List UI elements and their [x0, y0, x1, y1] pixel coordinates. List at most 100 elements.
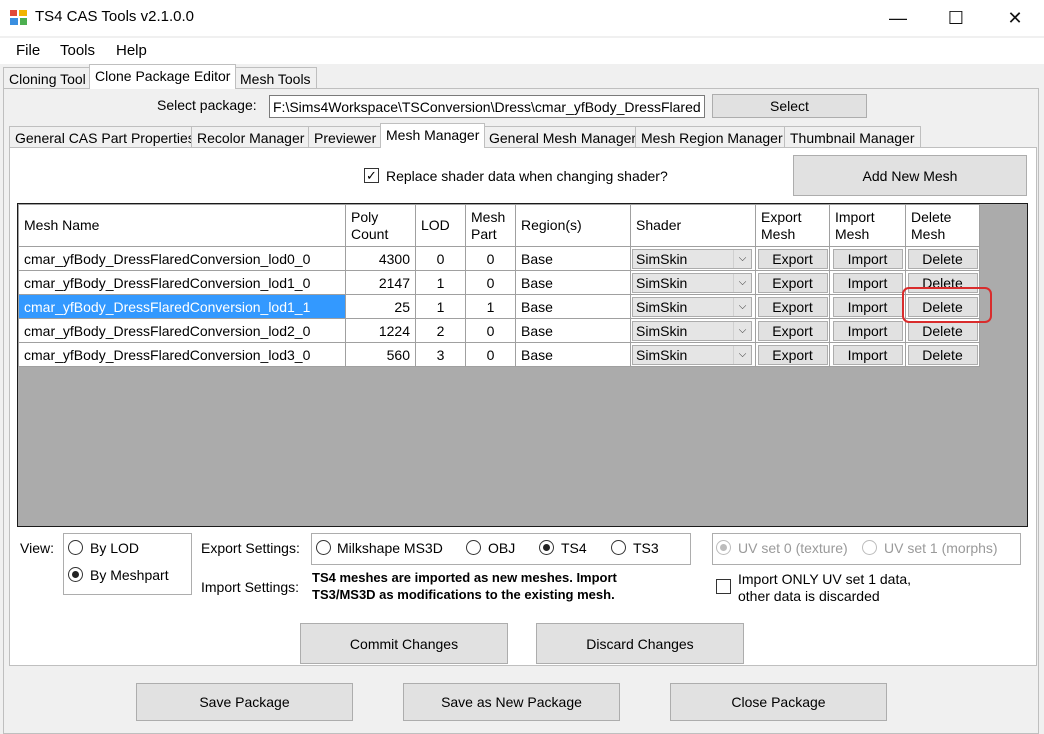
select-package-button[interactable]: Select: [712, 94, 867, 118]
export-ts3-radio[interactable]: [611, 540, 626, 555]
cell-region[interactable]: Base: [515, 270, 631, 295]
cell-mesh-part[interactable]: 0: [465, 342, 516, 367]
export-ts4-label[interactable]: TS4: [561, 540, 587, 556]
import-mesh-button[interactable]: Import: [832, 296, 903, 317]
export-mesh-button[interactable]: Export: [757, 272, 828, 293]
cell-mesh-name[interactable]: cmar_yfBody_DressFlaredConversion_lod0_0: [18, 246, 346, 271]
delete-mesh-button[interactable]: Delete: [907, 248, 978, 269]
tab-clone-package-editor[interactable]: Clone Package Editor: [89, 64, 237, 89]
cell-mesh-name[interactable]: cmar_yfBody_DressFlaredConversion_lod3_0: [18, 342, 346, 367]
header-import-mesh[interactable]: Import Mesh: [829, 204, 906, 247]
cell-lod[interactable]: 0: [415, 246, 466, 271]
shader-dropdown[interactable]: SimSkin ⌵: [632, 320, 752, 341]
cell-mesh-part[interactable]: 0: [465, 270, 516, 295]
import-mesh-button[interactable]: Import: [832, 344, 903, 365]
import-only-uv1-checkbox[interactable]: [716, 579, 731, 594]
menu-tools[interactable]: Tools: [60, 42, 95, 59]
cell-poly-count[interactable]: 1224: [345, 318, 416, 343]
import-only-uv1-label-line2[interactable]: other data is discarded: [738, 588, 880, 604]
export-mesh-button[interactable]: Export: [757, 344, 828, 365]
cell-mesh-part[interactable]: 0: [465, 318, 516, 343]
export-mesh-button[interactable]: Export: [757, 248, 828, 269]
import-mesh-button[interactable]: Import: [832, 320, 903, 341]
cell-poly-count[interactable]: 4300: [345, 246, 416, 271]
table-row-selected[interactable]: cmar_yfBody_DressFlaredConversion_lod1_1…: [18, 294, 980, 319]
uv-set-0-label[interactable]: UV set 0 (texture): [738, 540, 848, 556]
cell-mesh-name[interactable]: cmar_yfBody_DressFlaredConversion_lod1_1: [18, 294, 346, 319]
cell-region[interactable]: Base: [515, 246, 631, 271]
tab-general-cas-part-properties[interactable]: General CAS Part Properties: [9, 126, 201, 148]
import-mesh-button[interactable]: Import: [832, 248, 903, 269]
tab-mesh-region-manager[interactable]: Mesh Region Manager: [635, 126, 789, 148]
minimize-button[interactable]: —: [869, 0, 927, 36]
close-window-button[interactable]: ✕: [986, 0, 1044, 36]
table-row[interactable]: cmar_yfBody_DressFlaredConversion_lod0_0…: [18, 246, 980, 271]
discard-changes-button[interactable]: Discard Changes: [536, 623, 744, 664]
save-as-new-package-button[interactable]: Save as New Package: [403, 683, 620, 721]
export-ts4-radio[interactable]: [539, 540, 554, 555]
view-by-lod-label[interactable]: By LOD: [90, 540, 139, 556]
tab-previewer[interactable]: Previewer: [308, 126, 383, 148]
view-by-lod-radio[interactable]: [68, 540, 83, 555]
tab-general-mesh-manager[interactable]: General Mesh Manager: [483, 126, 643, 148]
tab-mesh-tools[interactable]: Mesh Tools: [234, 67, 317, 89]
maximize-button[interactable]: ☐: [927, 0, 985, 36]
cell-poly-count[interactable]: 25: [345, 294, 416, 319]
delete-mesh-button[interactable]: Delete: [907, 320, 978, 341]
cell-lod[interactable]: 1: [415, 294, 466, 319]
tab-recolor-manager[interactable]: Recolor Manager: [191, 126, 311, 148]
export-obj-label[interactable]: OBJ: [488, 540, 515, 556]
shader-dropdown[interactable]: SimSkin ⌵: [632, 248, 752, 269]
tab-cloning-tool[interactable]: Cloning Tool: [3, 67, 92, 89]
shader-dropdown[interactable]: SimSkin ⌵: [632, 272, 752, 293]
delete-mesh-button[interactable]: Delete: [907, 344, 978, 365]
view-by-meshpart-radio[interactable]: [68, 567, 83, 582]
table-row[interactable]: cmar_yfBody_DressFlaredConversion_lod3_0…: [18, 342, 980, 367]
header-mesh-name[interactable]: Mesh Name: [18, 204, 346, 247]
replace-shader-checkbox[interactable]: ✓: [364, 168, 379, 183]
shader-dropdown[interactable]: SimSkin ⌵: [632, 344, 752, 365]
cell-region[interactable]: Base: [515, 318, 631, 343]
add-new-mesh-button[interactable]: Add New Mesh: [793, 155, 1027, 196]
cell-lod[interactable]: 1: [415, 270, 466, 295]
close-package-button[interactable]: Close Package: [670, 683, 887, 721]
header-mesh-part[interactable]: Mesh Part: [465, 204, 516, 247]
menu-file[interactable]: File: [16, 42, 40, 59]
tab-mesh-manager[interactable]: Mesh Manager: [380, 123, 486, 148]
export-mesh-button[interactable]: Export: [757, 296, 828, 317]
header-regions[interactable]: Region(s): [515, 204, 631, 247]
save-package-button[interactable]: Save Package: [136, 683, 353, 721]
view-by-meshpart-label[interactable]: By Meshpart: [90, 567, 169, 583]
mesh-grid[interactable]: Mesh Name Poly Count LOD Mesh Part Region(…: [17, 203, 1028, 527]
commit-changes-button[interactable]: Commit Changes: [300, 623, 508, 664]
package-path-input[interactable]: [269, 95, 705, 118]
cell-mesh-part[interactable]: 1: [465, 294, 516, 319]
shader-dropdown[interactable]: SimSkin ⌵: [632, 296, 752, 317]
uv-set-1-radio[interactable]: [862, 540, 877, 555]
header-delete-mesh[interactable]: Delete Mesh: [905, 204, 980, 247]
header-lod[interactable]: LOD: [415, 204, 466, 247]
import-only-uv1-label-line1[interactable]: Import ONLY UV set 1 data,: [738, 571, 911, 587]
cell-lod[interactable]: 3: [415, 342, 466, 367]
export-obj-radio[interactable]: [466, 540, 481, 555]
export-ms3d-label[interactable]: Milkshape MS3D: [337, 540, 443, 556]
header-shader[interactable]: Shader: [630, 204, 756, 247]
tab-thumbnail-manager[interactable]: Thumbnail Manager: [784, 126, 921, 148]
cell-poly-count[interactable]: 2147: [345, 270, 416, 295]
uv-set-0-radio[interactable]: [716, 540, 731, 555]
cell-lod[interactable]: 2: [415, 318, 466, 343]
export-ms3d-radio[interactable]: [316, 540, 331, 555]
table-row[interactable]: cmar_yfBody_DressFlaredConversion_lod2_0…: [18, 318, 980, 343]
cell-region[interactable]: Base: [515, 342, 631, 367]
menu-help[interactable]: Help: [116, 42, 147, 59]
cell-mesh-part[interactable]: 0: [465, 246, 516, 271]
import-mesh-button[interactable]: Import: [832, 272, 903, 293]
header-poly-count[interactable]: Poly Count: [345, 204, 416, 247]
header-export-mesh[interactable]: Export Mesh: [755, 204, 830, 247]
cell-mesh-name[interactable]: cmar_yfBody_DressFlaredConversion_lod1_0: [18, 270, 346, 295]
cell-mesh-name[interactable]: cmar_yfBody_DressFlaredConversion_lod2_0: [18, 318, 346, 343]
table-row[interactable]: cmar_yfBody_DressFlaredConversion_lod1_0…: [18, 270, 980, 295]
export-mesh-button[interactable]: Export: [757, 320, 828, 341]
cell-poly-count[interactable]: 560: [345, 342, 416, 367]
export-ts3-label[interactable]: TS3: [633, 540, 659, 556]
